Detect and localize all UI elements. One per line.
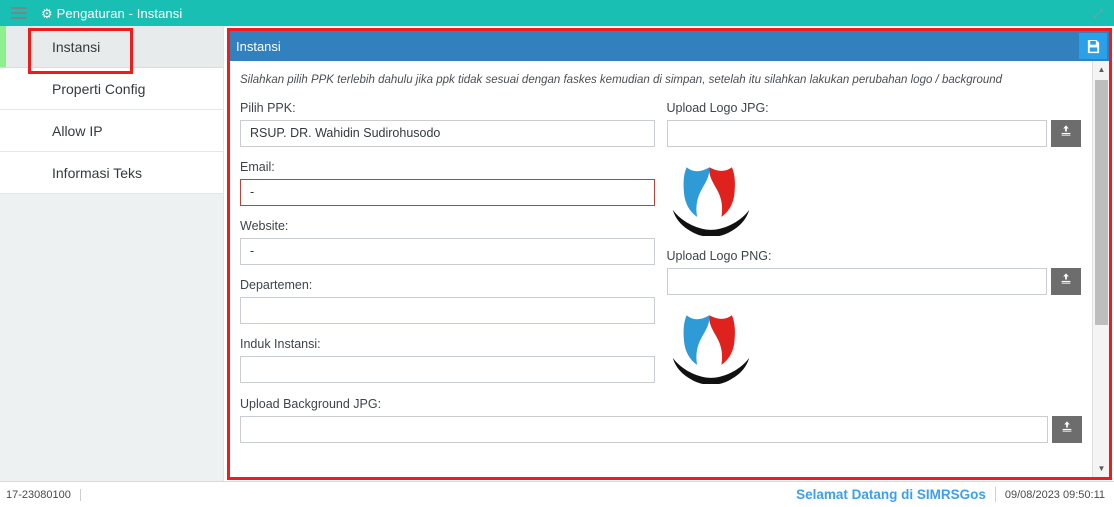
field-label: Website: <box>240 218 289 233</box>
field-upload-logo-jpg: Upload Logo JPG: <box>666 100 1083 147</box>
sidebar-item-informasi-teks[interactable]: Informasi Teks <box>0 152 223 194</box>
sidebar-item-label: Instansi <box>52 38 101 55</box>
upload-row <box>240 415 1082 443</box>
upload-logo-png-input[interactable] <box>666 267 1047 295</box>
upload-background-jpg-input[interactable] <box>240 415 1049 443</box>
upload-logo-jpg-input[interactable] <box>666 119 1047 147</box>
form-column-right: Upload Logo JPG: Upload Logo PNG: <box>666 88 1083 384</box>
status-datetime: 09/08/2023 09:50:11 <box>1004 488 1105 501</box>
instansi-panel: Instansi Silahkan pilih PPK terlebih dah… <box>230 31 1109 477</box>
field-induk-instansi: Induk Instansi: <box>240 337 656 383</box>
sidebar-item-label: Properti Config <box>52 80 146 97</box>
induk-instansi-input[interactable] <box>240 355 655 383</box>
hamburger-icon[interactable] <box>11 7 27 19</box>
field-departemen: Departemen: <box>240 278 656 324</box>
upload-row <box>666 267 1083 295</box>
field-upload-background-jpg: Upload Background JPG: <box>230 397 1092 443</box>
chevron-up-icon[interactable]: ▲ <box>1093 61 1109 78</box>
logo-jpg-preview <box>667 156 755 236</box>
save-button[interactable] <box>1079 33 1107 59</box>
scrollbar-thumb[interactable] <box>1095 80 1108 325</box>
field-pilih-ppk: Pilih PPK: RSUP. DR. Wahidin Sudirohusod… <box>240 101 656 147</box>
logo-png-preview <box>667 304 755 384</box>
field-label: Departemen: <box>240 277 313 292</box>
upload-background-jpg-button[interactable] <box>1052 415 1082 443</box>
chevron-down-icon[interactable]: ▼ <box>1093 460 1109 477</box>
field-label: Email: <box>240 159 275 174</box>
sidebar-item-label: Informasi Teks <box>52 164 142 181</box>
form-column-left: Pilih PPK: RSUP. DR. Wahidin Sudirohusod… <box>240 88 656 384</box>
vertical-scrollbar[interactable]: ▲ ▼ <box>1092 61 1109 477</box>
departemen-input[interactable] <box>240 296 655 324</box>
field-website: Website: - <box>240 219 656 265</box>
resize-diagonal-icon[interactable]: ⤢ <box>1090 6 1106 22</box>
window-title: Pengaturan - Instansi <box>56 5 183 21</box>
panel-title: Instansi <box>236 38 281 54</box>
sidebar: Instansi Properti Config Allow IP Inform… <box>0 26 224 481</box>
field-upload-logo-png: Upload Logo PNG: <box>666 248 1083 295</box>
sidebar-item-properti-config[interactable]: Properti Config <box>0 68 223 110</box>
welcome-message: Selamat Datang di SIMRSGos <box>796 487 996 502</box>
field-label: Upload Logo PNG: <box>666 248 772 263</box>
application-window: ⚙ Pengaturan - Instansi ⤢ Instansi Prope… <box>0 0 1114 507</box>
sidebar-item-allow-ip[interactable]: Allow IP <box>0 110 223 152</box>
website-input[interactable]: - <box>240 237 655 265</box>
email-input[interactable]: - <box>240 178 655 206</box>
sidebar-item-label: Allow IP <box>52 122 103 139</box>
form-columns: Pilih PPK: RSUP. DR. Wahidin Sudirohusod… <box>230 88 1092 384</box>
sidebar-item-instansi[interactable]: Instansi <box>0 26 223 68</box>
upload-arrow-icon <box>1060 420 1074 439</box>
panel-body: Silahkan pilih PPK terlebih dahulu jika … <box>230 61 1109 477</box>
upload-arrow-icon <box>1059 124 1073 143</box>
save-floppy-icon <box>1086 39 1101 54</box>
window-titlebar: ⚙ Pengaturan - Instansi ⤢ <box>0 0 1114 26</box>
upload-logo-png-button[interactable] <box>1050 267 1081 295</box>
field-label: Induk Instansi: <box>240 336 321 351</box>
pilih-ppk-input[interactable]: RSUP. DR. Wahidin Sudirohusodo <box>240 119 655 147</box>
panel-header: Instansi <box>230 31 1109 61</box>
statusbar: 17-23080100 Selamat Datang di SIMRSGos 0… <box>0 481 1114 507</box>
status-right-group: Selamat Datang di SIMRSGos 09/08/2023 09… <box>796 487 1114 502</box>
field-label: Pilih PPK: <box>240 100 296 115</box>
status-code: 17-23080100 <box>6 488 81 501</box>
form-hint-text: Silahkan pilih PPK terlebih dahulu jika … <box>240 74 1003 86</box>
field-label: Upload Background JPG: <box>240 396 382 411</box>
gear-icon: ⚙ <box>41 5 53 21</box>
upload-row <box>666 119 1083 147</box>
field-label: Upload Logo JPG: <box>666 100 769 115</box>
upload-arrow-icon <box>1059 272 1073 291</box>
form-scroll-area: Silahkan pilih PPK terlebih dahulu jika … <box>230 61 1092 477</box>
field-email: Email: - <box>240 160 656 206</box>
upload-logo-jpg-button[interactable] <box>1050 119 1081 147</box>
